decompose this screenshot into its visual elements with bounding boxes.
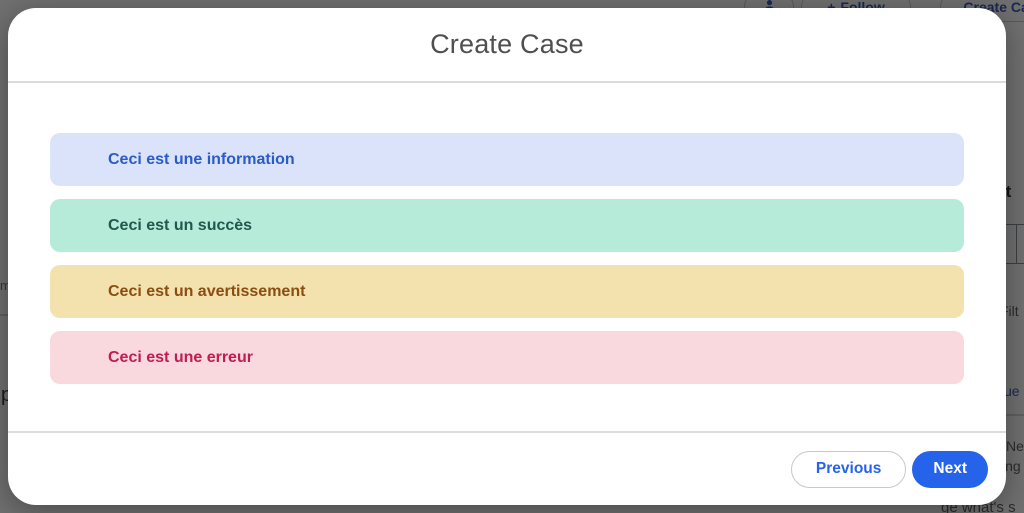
alert-info: Ceci est une information (50, 133, 964, 186)
next-button[interactable]: Next (912, 451, 988, 488)
create-case-modal: Create Case Ceci est une information Cec… (8, 8, 1006, 505)
previous-button[interactable]: Previous (791, 451, 906, 488)
alert-warning: Ceci est un avertissement (50, 265, 964, 318)
modal-title: Create Case (430, 29, 584, 60)
alert-error: Ceci est une erreur (50, 331, 964, 384)
modal-header: Create Case (8, 8, 1006, 83)
alert-error-label: Ceci est une erreur (108, 349, 253, 367)
alert-warning-label: Ceci est un avertissement (108, 283, 305, 301)
modal-footer: Previous Next (8, 431, 1006, 505)
modal-body: Ceci est une information Ceci est un suc… (8, 83, 1006, 431)
alert-success-label: Ceci est un succès (108, 217, 252, 235)
alert-info-label: Ceci est une information (108, 151, 295, 169)
alert-success: Ceci est un succès (50, 199, 964, 252)
